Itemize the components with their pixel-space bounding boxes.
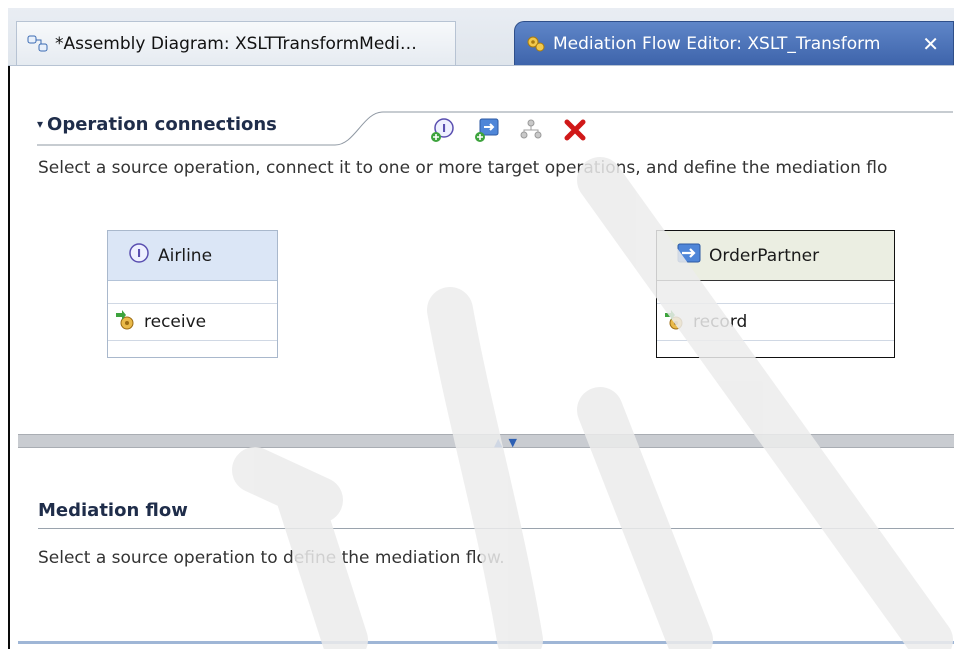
source-interface-box[interactable]: I Airline receive [107, 230, 278, 358]
reference-icon [677, 242, 701, 269]
operation-toolbar: I [428, 115, 590, 145]
operation-icon [663, 309, 685, 336]
operation-connections-description: Select a source operation, connect it to… [38, 158, 888, 178]
tab-mediation-flow-editor[interactable]: Mediation Flow Editor: XSLT_Transform ✕ [514, 21, 954, 65]
operation-label: record [693, 312, 748, 332]
section-splitter[interactable]: ▲▼ [18, 434, 954, 449]
mediation-flow-title: Mediation flow [38, 500, 188, 521]
mediation-flow-divider [38, 528, 954, 529]
add-reference-icon[interactable] [472, 115, 502, 145]
collapse-twisty-icon[interactable]: ▾ [37, 117, 43, 131]
svg-text:I: I [442, 122, 446, 135]
tab-label: *Assembly Diagram: XSLTTransformMedi… [55, 33, 417, 54]
delete-icon[interactable] [560, 115, 590, 145]
splitter-arrows-icon[interactable]: ▲▼ [494, 436, 523, 449]
tab-label: Mediation Flow Editor: XSLT_Transform [553, 33, 881, 54]
target-reference-header: OrderPartner [657, 231, 894, 281]
close-icon[interactable]: ✕ [922, 32, 939, 56]
connect-operations-icon[interactable] [516, 115, 546, 145]
interface-icon: I [128, 242, 150, 269]
operation-label: receive [144, 312, 207, 332]
target-reference-name: OrderPartner [709, 245, 820, 266]
svg-text:I: I [137, 247, 141, 260]
editor-tab-bar: *Assembly Diagram: XSLTTransformMedi… Me… [8, 8, 954, 66]
assembly-diagram-icon [27, 34, 49, 54]
mediation-flow-description: Select a source operation to define the … [38, 548, 505, 568]
target-reference-box[interactable]: OrderPartner record [656, 230, 895, 358]
operation-icon [114, 309, 136, 336]
source-interface-header: I Airline [108, 231, 277, 281]
editor-bottom-border [18, 641, 954, 644]
tab-assembly-diagram[interactable]: *Assembly Diagram: XSLTTransformMedi… [16, 21, 456, 65]
target-operation-row[interactable]: record [657, 303, 894, 341]
operation-connections-title[interactable]: ▾ Operation connections [37, 114, 277, 135]
source-operation-row[interactable]: receive [108, 303, 277, 341]
mediation-flow-editor-icon [525, 34, 547, 54]
source-interface-name: Airline [158, 245, 213, 266]
add-interface-icon[interactable]: I [428, 115, 458, 145]
